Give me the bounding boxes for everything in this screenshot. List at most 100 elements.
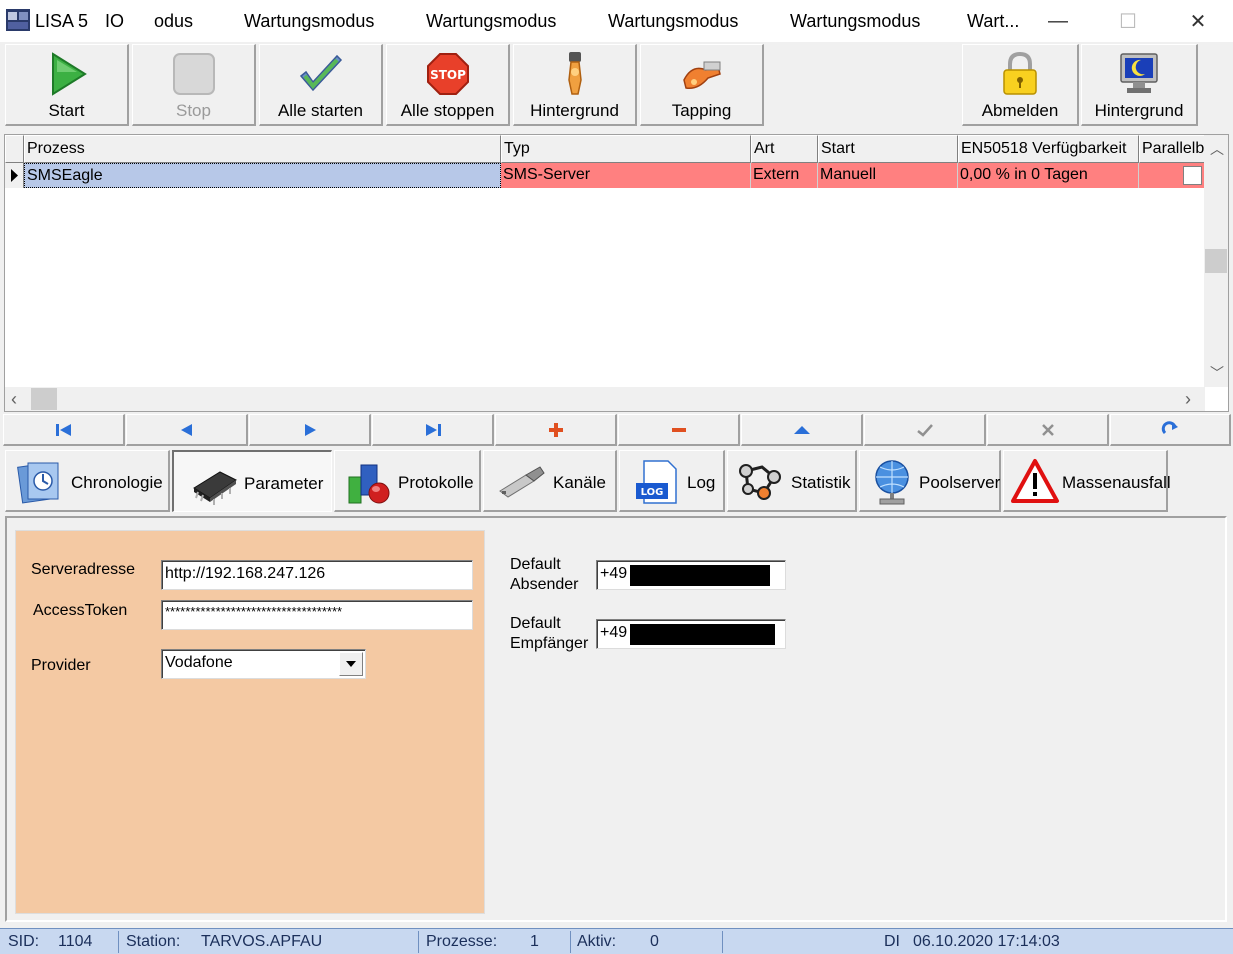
day-value: DI <box>884 933 900 950</box>
menu-item-wartungsmodus-2[interactable]: Wartungsmodus <box>426 11 556 32</box>
table-row[interactable]: SMSEagle SMS-Server Extern Manuell 0,00 … <box>5 163 1205 188</box>
active-value: 0 <box>650 933 659 950</box>
svg-text:LOG: LOG <box>641 487 664 498</box>
tab-statistik[interactable]: Statistik <box>727 450 857 512</box>
processes-label: Prozesse: <box>426 933 498 950</box>
default-recipient-input[interactable]: +49 <box>596 619 786 649</box>
header-indicator <box>5 135 24 163</box>
provider-dropdown-button[interactable] <box>339 652 363 676</box>
next-record-icon <box>304 423 316 436</box>
maximize-button[interactable]: ☐ <box>1105 0 1151 42</box>
grid-header: Prozess Typ Art Start EN50518 Verfügbark… <box>5 135 1205 163</box>
horizontal-scroll-thumb[interactable] <box>31 388 57 410</box>
menu-item-wartungsmodus-4[interactable]: Wartungsmodus <box>790 11 920 32</box>
menu-item-io[interactable]: IO <box>105 11 124 32</box>
first-record-icon <box>55 423 71 436</box>
station-label: Station: <box>126 933 181 950</box>
row-indicator <box>5 163 24 188</box>
nav-next-button[interactable] <box>249 414 371 446</box>
scroll-down-icon[interactable]: ﹀ <box>1210 363 1224 383</box>
tab-massenausfall[interactable]: Massenausfall <box>1003 450 1171 512</box>
status-separator <box>118 931 119 953</box>
vertical-scrollbar[interactable]: ︿ ﹀ <box>1204 135 1228 387</box>
scroll-up-icon[interactable]: ︿ <box>1210 139 1224 159</box>
sid-value: 1104 <box>58 933 93 950</box>
redacted-block <box>630 624 775 645</box>
provider-select[interactable]: Vodafone <box>161 649 366 679</box>
nav-prior-button[interactable] <box>126 414 248 446</box>
column-header-prozess[interactable]: Prozess <box>24 135 501 163</box>
tab-protokolle[interactable]: Protokolle <box>334 450 481 512</box>
nav-insert-button[interactable] <box>495 414 617 446</box>
nav-post-button[interactable] <box>864 414 986 446</box>
start-all-button[interactable]: Alle starten <box>259 44 383 126</box>
navigator-bar <box>3 414 1231 446</box>
column-header-parallel[interactable]: Parallelb <box>1139 135 1205 163</box>
vertical-scroll-thumb[interactable] <box>1205 249 1227 273</box>
default-sender-label-2: Absender <box>510 576 579 593</box>
background-button[interactable]: Hintergrund <box>513 44 637 126</box>
tab-kanaele[interactable]: Kanäle <box>483 450 617 512</box>
cell-art[interactable]: Extern <box>751 163 818 188</box>
logout-button[interactable]: Abmelden <box>962 44 1079 126</box>
background-monitor-button[interactable]: Hintergrund <box>1081 44 1198 126</box>
column-header-start[interactable]: Start <box>818 135 958 163</box>
stop-square-icon <box>172 53 215 95</box>
menu-item-modus[interactable]: odus <box>154 11 193 32</box>
close-button[interactable]: ✕ <box>1175 0 1221 42</box>
stop-all-button[interactable]: STOP Alle stoppen <box>386 44 510 126</box>
nav-refresh-button[interactable] <box>1110 414 1231 446</box>
nav-delete-button[interactable] <box>618 414 740 446</box>
scroll-left-icon[interactable]: ‹ <box>11 389 17 410</box>
menu-item-wartungsmodus-1[interactable]: Wartungsmodus <box>244 11 374 32</box>
station-value: TARVOS.APFAU <box>201 933 323 950</box>
processes-value: 1 <box>530 933 539 950</box>
scroll-right-icon[interactable]: › <box>1185 389 1191 410</box>
cell-prozess[interactable]: SMSEagle <box>24 163 501 188</box>
prior-record-icon <box>180 423 192 436</box>
tapping-button[interactable]: Tapping <box>640 44 764 126</box>
default-sender-input[interactable]: +49 <box>596 560 786 590</box>
provider-selected-value: Vodafone <box>165 654 233 671</box>
server-settings-panel: Serveradresse http://192.168.247.126 Acc… <box>15 530 485 914</box>
up-arrow-icon <box>793 425 810 434</box>
nav-first-button[interactable] <box>3 414 125 446</box>
tab-chronologie[interactable]: Chronologie <box>5 450 170 512</box>
column-header-art[interactable]: Art <box>751 135 818 163</box>
chevron-down-icon <box>346 661 356 667</box>
usb-icon <box>499 466 545 498</box>
pointing-hand-icon <box>567 52 582 95</box>
access-token-input[interactable]: *********************************** <box>161 600 473 630</box>
warning-icon <box>1011 459 1059 503</box>
cell-verfuegbarkeit[interactable]: 0,00 % in 0 Tagen <box>958 163 1139 188</box>
nav-cancel-button[interactable] <box>987 414 1109 446</box>
last-record-icon <box>425 423 441 436</box>
cell-typ[interactable]: SMS-Server <box>501 163 751 188</box>
column-header-typ[interactable]: Typ <box>501 135 751 163</box>
protocol-icon <box>348 464 390 504</box>
cell-start[interactable]: Manuell <box>818 163 958 188</box>
minimize-button[interactable]: — <box>1035 0 1081 42</box>
menu-item-wartungsmodus-3[interactable]: Wartungsmodus <box>608 11 738 32</box>
stop-button[interactable]: Stop <box>132 44 256 126</box>
globe-icon <box>875 460 909 505</box>
tab-poolserver[interactable]: Poolserver <box>859 450 1001 512</box>
tab-parameter[interactable]: Parameter <box>172 450 332 512</box>
menu-item-wartungsmodus-5[interactable]: Wart... <box>967 11 1019 32</box>
server-address-input[interactable]: http://192.168.247.126 <box>161 560 473 590</box>
nav-last-button[interactable] <box>372 414 494 446</box>
app-title: LISA 5 <box>35 11 89 31</box>
tab-log[interactable]: LOG Log <box>619 450 725 512</box>
default-recipient-label-1: Default <box>510 615 561 632</box>
cell-parallel[interactable] <box>1139 163 1205 188</box>
parallel-checkbox[interactable] <box>1183 166 1202 185</box>
monitor-moon-icon <box>1120 53 1158 93</box>
toolbar: Start Stop Alle starten STOP Alle stoppe… <box>0 42 1233 128</box>
horizontal-scrollbar[interactable]: ‹ › <box>5 387 1205 411</box>
start-button[interactable]: Start <box>5 44 129 126</box>
nav-edit-button[interactable] <box>741 414 863 446</box>
provider-label: Provider <box>31 657 91 674</box>
chip-icon <box>193 471 237 505</box>
column-header-verfuegbarkeit[interactable]: EN50518 Verfügbarkeit <box>958 135 1139 163</box>
checkmark-icon <box>299 54 342 92</box>
